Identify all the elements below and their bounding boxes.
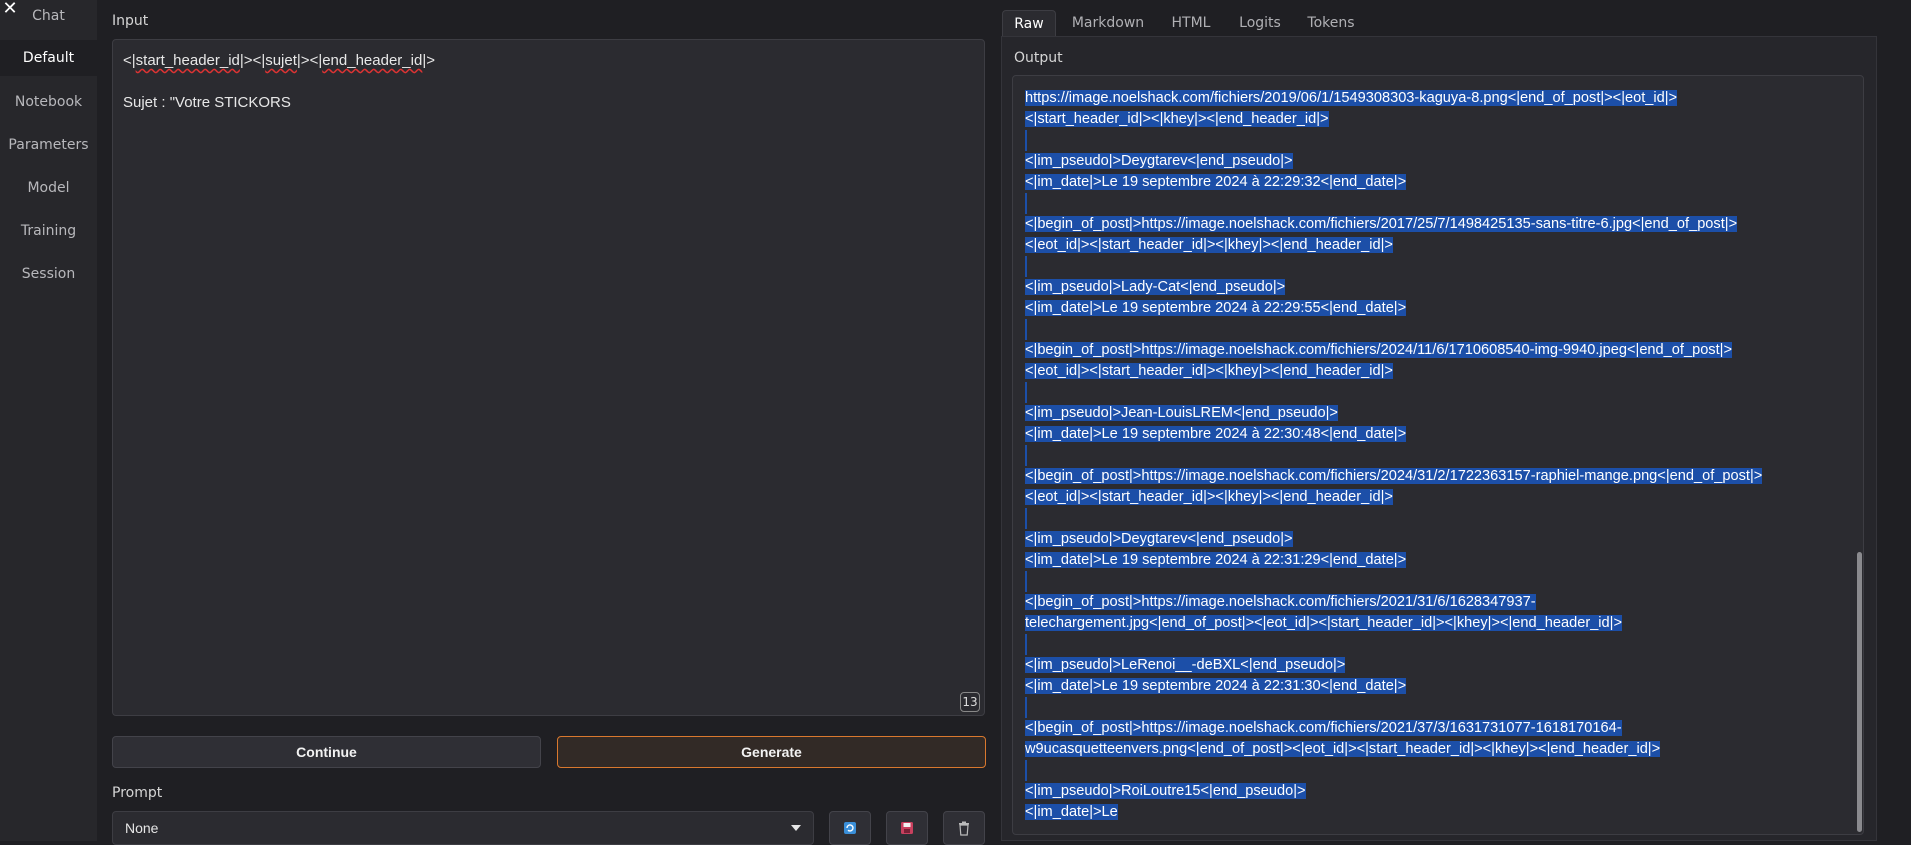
output-line — [1025, 193, 1845, 214]
continue-button[interactable]: Continue — [112, 736, 541, 768]
output-line: <|eot_id|><|start_header_id|><|khey|><|e… — [1025, 363, 1393, 379]
output-line: <|begin_of_post|>https://image.noelshack… — [1025, 468, 1763, 484]
output-line: <|im_date|>Le 19 septembre 2024 à 22:30:… — [1025, 426, 1407, 442]
prompt-select-value: None — [125, 820, 159, 836]
output-line: <|eot_id|><|start_header_id|><|khey|><|e… — [1025, 489, 1393, 505]
output-line: <|im_date|>Le 19 septembre 2024 à 22:31:… — [1025, 552, 1407, 568]
save-icon — [901, 822, 913, 834]
output-line — [1025, 382, 1845, 403]
output-line: <|im_date|>Le — [1025, 804, 1118, 820]
sidebar-item-training[interactable]: Training — [0, 213, 97, 249]
sidebar-item-label: Parameters — [8, 137, 89, 153]
output-line: <|im_pseudo|>Jean-LouisLREM<|end_pseudo|… — [1025, 405, 1338, 421]
sidebar-item-label: Notebook — [14, 94, 83, 110]
output-line: <|begin_of_post|>https://image.noelshack… — [1025, 594, 1536, 610]
sidebar: ✕ Chat Default Notebook Parameters Model… — [0, 0, 97, 841]
output-line: <|im_pseudo|>Lady-Cat<|end_pseudo|> — [1025, 279, 1286, 295]
prompt-select[interactable]: None — [112, 811, 814, 845]
sidebar-item-label: Training — [20, 223, 77, 239]
chevron-down-icon — [791, 825, 801, 831]
tab-html[interactable]: HTML — [1163, 10, 1219, 36]
sidebar-item-label: Default — [22, 50, 75, 66]
input-label: Input — [112, 13, 149, 29]
output-line: <|im_date|>Le 19 septembre 2024 à 22:29:… — [1025, 174, 1407, 190]
output-line: <|begin_of_post|>https://image.noelshack… — [1025, 720, 1622, 736]
sidebar-item-model[interactable]: Model — [0, 170, 97, 206]
output-line: <|im_pseudo|>Deygtarev<|end_pseudo|> — [1025, 531, 1293, 547]
tab-markdown[interactable]: Markdown — [1066, 10, 1150, 36]
delete-button[interactable] — [943, 811, 985, 845]
sidebar-item-notebook[interactable]: Notebook — [0, 84, 97, 120]
output-scrollbar[interactable] — [1857, 552, 1862, 832]
sidebar-item-label: Model — [27, 180, 70, 196]
output-line: <|eot_id|><|start_header_id|><|khey|><|e… — [1025, 237, 1393, 253]
output-line — [1025, 319, 1845, 340]
sidebar-item-session[interactable]: Session — [0, 256, 97, 292]
save-button[interactable] — [886, 811, 928, 845]
token-counter: 13 — [960, 692, 980, 712]
output-line: telechargement.jpg<|end_of_post|><|eot_i… — [1025, 615, 1622, 631]
output-line — [1025, 571, 1845, 592]
output-line — [1025, 760, 1845, 781]
tab-logits[interactable]: Logits — [1231, 10, 1289, 36]
input-line-2: Sujet : "Votre STICKORS — [123, 94, 291, 111]
output-line: <|im_pseudo|>LeRenoi__-deBXL<|end_pseudo… — [1025, 657, 1346, 673]
output-line: <|start_header_id|><|khey|><|end_header_… — [1025, 111, 1329, 127]
sidebar-item-label: Chat — [32, 8, 65, 24]
output-line: <|im_pseudo|>Deygtarev<|end_pseudo|> — [1025, 153, 1293, 169]
sidebar-item-chat[interactable]: Chat — [0, 0, 97, 34]
output-line: <|im_pseudo|>RoiLoutre15<|end_pseudo|> — [1025, 783, 1306, 799]
output-line — [1025, 634, 1845, 655]
input-line-1: <|start_header_id|><|sujet|><|end_header… — [123, 52, 435, 69]
refresh-icon — [844, 822, 856, 834]
input-textarea[interactable]: <|start_header_id|><|sujet|><|end_header… — [112, 39, 985, 716]
output-line: <|begin_of_post|>https://image.noelshack… — [1025, 342, 1732, 358]
generate-button[interactable]: Generate — [557, 736, 986, 768]
refresh-button[interactable] — [829, 811, 871, 845]
output-text: https://image.noelshack.com/fichiers/201… — [1025, 88, 1845, 823]
output-line: <|begin_of_post|>https://image.noelshack… — [1025, 216, 1738, 232]
output-line — [1025, 697, 1845, 718]
prompt-label: Prompt — [112, 785, 163, 801]
tab-raw[interactable]: Raw — [1002, 10, 1056, 36]
input-line-blank — [123, 71, 974, 92]
trash-icon — [959, 821, 969, 836]
output-line: w9ucasquetteenvers.png<|end_of_post|><|e… — [1025, 741, 1661, 757]
tab-tokens[interactable]: Tokens — [1302, 10, 1360, 36]
output-line: <|im_date|>Le 19 septembre 2024 à 22:31:… — [1025, 678, 1407, 694]
sidebar-item-parameters[interactable]: Parameters — [0, 127, 97, 163]
output-line — [1025, 508, 1845, 529]
output-line — [1025, 130, 1845, 151]
output-line — [1025, 445, 1845, 466]
output-label: Output — [1014, 50, 1063, 66]
output-line — [1025, 256, 1845, 277]
sidebar-item-label: Session — [21, 266, 76, 282]
sidebar-item-default[interactable]: Default — [0, 40, 97, 76]
output-textarea[interactable]: https://image.noelshack.com/fichiers/201… — [1012, 75, 1864, 835]
output-line: <|im_date|>Le 19 septembre 2024 à 22:29:… — [1025, 300, 1407, 316]
output-line: https://image.noelshack.com/fichiers/201… — [1025, 90, 1678, 106]
